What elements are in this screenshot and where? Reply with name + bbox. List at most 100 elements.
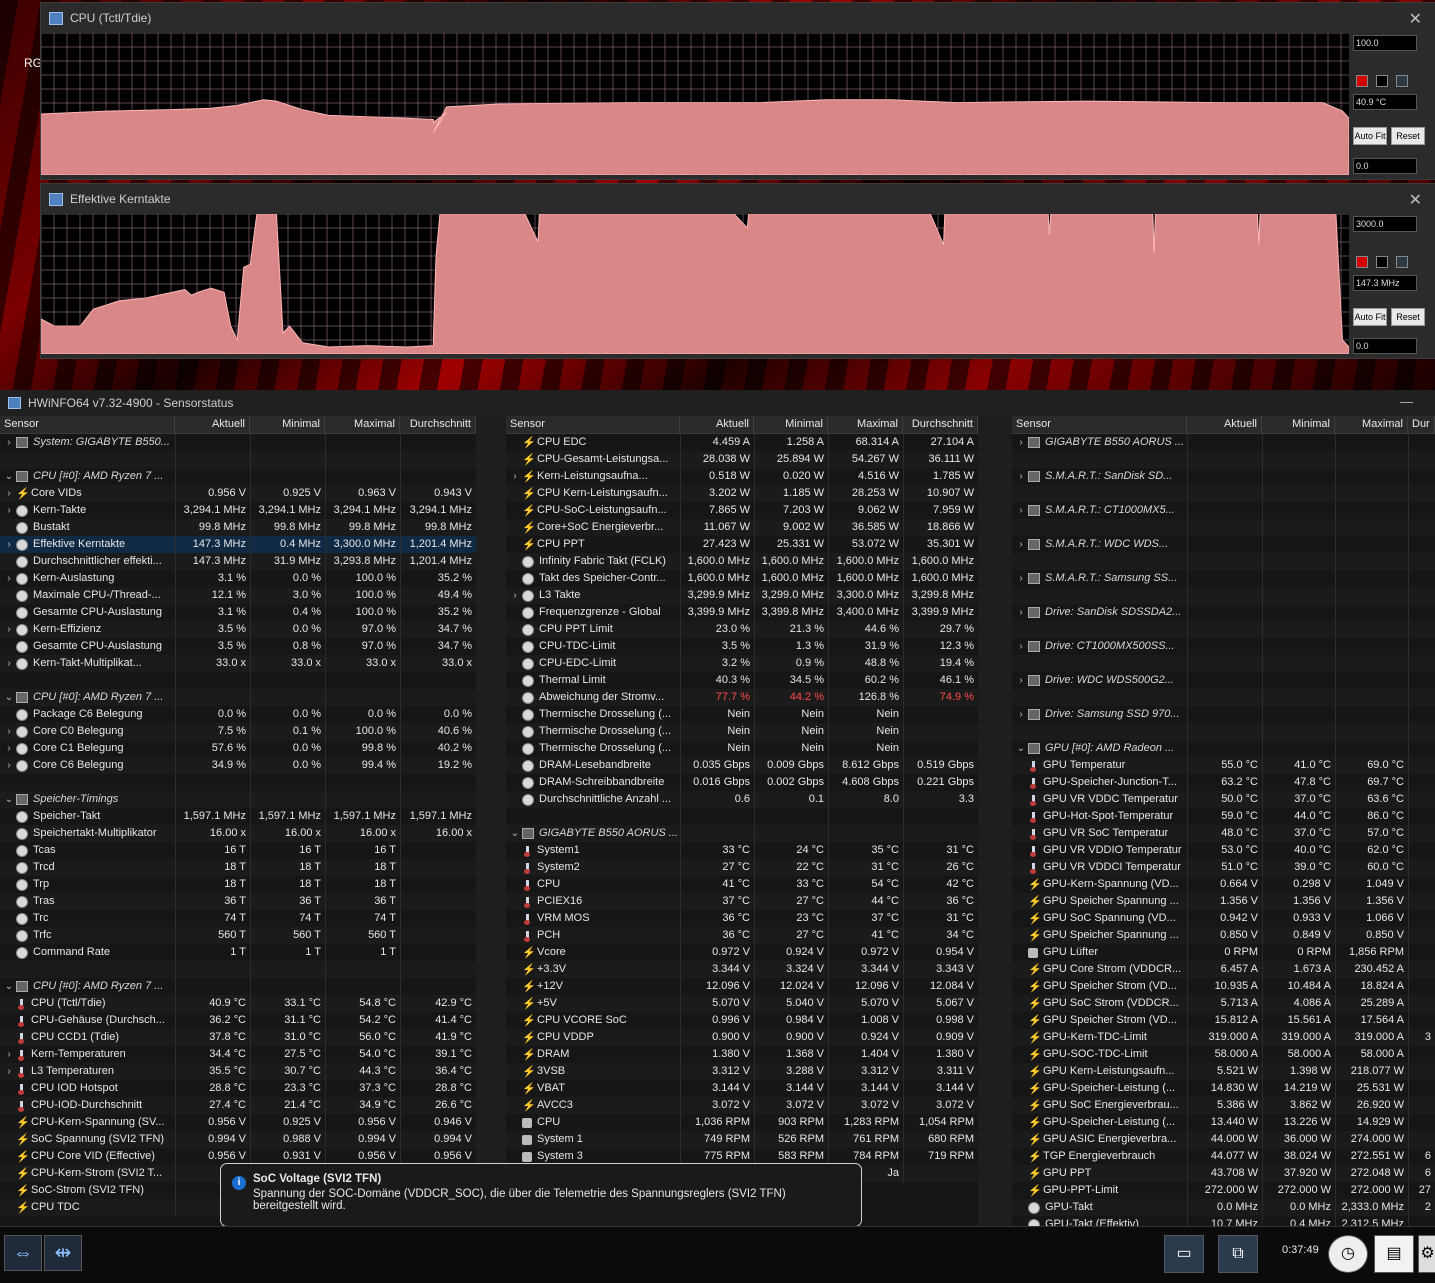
sensor-row[interactable]: GPU-Speicher-Junction-T... 63.2 °C 47.8 °C… xyxy=(1012,774,1435,791)
navigate-arrows-icon[interactable]: ⇔ xyxy=(4,1235,42,1271)
sensor-row[interactable]: Takt des Speicher-Contr... 1,600.0 MHz 1,6… xyxy=(506,570,978,587)
col-min[interactable]: Minimal xyxy=(754,416,828,433)
sensor-row[interactable]: GPU-Hot-Spot-Temperatur 59.0 °C 44.0 °C 86.… xyxy=(1012,808,1435,825)
sensor-panel-1[interactable]: Sensor Aktuell Minimal Maximal Durchschn… xyxy=(0,416,476,1226)
sensor-row[interactable]: GPU VR SoC Temperatur 48.0 °C 37.0 °C 57.0 … xyxy=(1012,825,1435,842)
sensor-row[interactable]: PCIEX16 37 °C 27 °C 44 °C 36 °C xyxy=(506,893,978,910)
chevron-right-icon[interactable]: › xyxy=(1016,706,1026,723)
close-icon[interactable]: ✕ xyxy=(1409,190,1422,210)
sensor-group-row[interactable]: › Drive: Samsung SSD 970... xyxy=(1012,706,1435,723)
sensor-group-row[interactable]: › GIGABYTE B550 AORUS ... xyxy=(1012,434,1435,451)
sensor-row[interactable]: › Kern-Auslastung 3.1 % 0.0 % 100.0 % 35.2 % xyxy=(0,570,476,587)
sensor-row[interactable]: CPU 41 °C 33 °C 54 °C 42 °C xyxy=(506,876,978,893)
sensor-row[interactable]: Durchschnittlicher effekti... 147.3 MHz 31… xyxy=(0,553,476,570)
sensor-row[interactable]: CPU-EDC-Limit 3.2 % 0.9 % 48.8 % 19.4 % xyxy=(506,655,978,672)
col-min[interactable]: Minimal xyxy=(1262,416,1335,433)
sensor-row[interactable]: Speicher-Takt 1,597.1 MHz 1,597.1 MHz 1,597… xyxy=(0,808,476,825)
sensor-row[interactable]: CPU 1,036 RPM 903 RPM 1,283 RPM 1,054 RPM xyxy=(506,1114,978,1131)
sensor-row[interactable]: GPU VR VDDCI Temperatur 51.0 °C 39.0 °C 60.… xyxy=(1012,859,1435,876)
sensor-row[interactable]: ⚡ GPU SoC Strom (VDDCR... 5.713 A 4.086 A 25… xyxy=(1012,995,1435,1012)
sensor-row[interactable]: ⚡ GPU Speicher Strom (VD... 15.812 A 15.561… xyxy=(1012,1012,1435,1029)
chevron-right-icon[interactable]: › xyxy=(4,723,14,740)
color-swatch-red[interactable] xyxy=(1356,256,1368,268)
sensor-group-row[interactable]: ⌄ GIGABYTE B550 AORUS ... xyxy=(506,825,978,842)
col-avg[interactable]: Durchschnitt xyxy=(400,416,476,433)
col-sensor[interactable]: Sensor xyxy=(506,416,680,433)
sensor-row[interactable]: Gesamte CPU-Auslastung 3.1 % 0.4 % 100.0 % 3… xyxy=(0,604,476,621)
sensor-group-row[interactable]: › Drive: SanDisk SDSSDA2... xyxy=(1012,604,1435,621)
color-swatch-black[interactable] xyxy=(1376,256,1388,268)
col-avg[interactable]: Dur xyxy=(1408,416,1435,433)
sensor-row[interactable]: › Kern-Effizienz 3.5 % 0.0 % 97.0 % 34.7 % xyxy=(0,621,476,638)
col-max[interactable]: Maximal xyxy=(325,416,400,433)
sensor-panel-3[interactable]: Sensor Aktuell Minimal Maximal Dur › GIGA… xyxy=(1012,416,1435,1226)
chevron-right-icon[interactable]: › xyxy=(4,740,14,757)
sensor-group-row[interactable]: › Drive: WDC WDS500G2... xyxy=(1012,672,1435,689)
network-icon[interactable]: ⧉ xyxy=(1218,1235,1258,1273)
sensor-row[interactable]: › Kern-Takt-Multiplikat... 33.0 x 33.0 x 33.… xyxy=(0,655,476,672)
clock-icon[interactable]: ◷ xyxy=(1328,1235,1368,1273)
chevron-down-icon[interactable]: ⌄ xyxy=(1016,740,1026,757)
col-max[interactable]: Maximal xyxy=(828,416,903,433)
chevron-down-icon[interactable]: ⌄ xyxy=(4,791,14,808)
sensor-row[interactable]: System1 33 °C 24 °C 35 °C 31 °C xyxy=(506,842,978,859)
sensor-row[interactable]: Speichertakt-Multiplikator 16.00 x 16.00 x… xyxy=(0,825,476,842)
sensor-group-row[interactable]: › S.M.A.R.T.: SanDisk SD... xyxy=(1012,468,1435,485)
sensor-group-row[interactable]: ⌄ GPU [#0]: AMD Radeon ... xyxy=(1012,740,1435,757)
sensor-row[interactable]: › Core C1 Belegung 57.6 % 0.0 % 99.8 % 40.2 % xyxy=(0,740,476,757)
sensor-row[interactable]: ⚡ GPU-PPT-Limit 272.000 W 272.000 W 272.000 … xyxy=(1012,1182,1435,1199)
sensor-row[interactable]: CPU-IOD-Durchschnitt 27.4 °C 21.4 °C 34.9 °… xyxy=(0,1097,476,1114)
sensor-row[interactable]: Thermal Limit 40.3 % 34.5 % 60.2 % 46.1 % xyxy=(506,672,978,689)
sensor-row[interactable]: ⚡ CPU EDC 4.459 A 1.258 A 68.314 A 27.104 A xyxy=(506,434,978,451)
column-header[interactable]: Sensor Aktuell Minimal Maximal Durchschn… xyxy=(0,416,476,434)
sensor-row[interactable]: CPU-TDC-Limit 3.5 % 1.3 % 31.9 % 12.3 % xyxy=(506,638,978,655)
color-swatch-gray[interactable] xyxy=(1396,256,1408,268)
sensor-row[interactable]: ⚡ GPU-Speicher-Leistung (... 14.830 W 14.21… xyxy=(1012,1080,1435,1097)
report-icon[interactable]: ▤ xyxy=(1374,1235,1414,1273)
sensor-row[interactable]: VRM MOS 36 °C 23 °C 37 °C 31 °C xyxy=(506,910,978,927)
sensor-row[interactable]: Bustakt 99.8 MHz 99.8 MHz 99.8 MHz 99.8 MHz xyxy=(0,519,476,536)
sensor-row[interactable]: CPU PPT Limit 23.0 % 21.3 % 44.6 % 29.7 % xyxy=(506,621,978,638)
sensor-row[interactable]: ⚡ GPU ASIC Energieverbra... 44.000 W 36.000… xyxy=(1012,1131,1435,1148)
sensor-row[interactable]: ⚡ GPU-Kern-TDC-Limit 319.000 A 319.000 A 319… xyxy=(1012,1029,1435,1046)
color-swatch-black[interactable] xyxy=(1376,75,1388,87)
sensor-row[interactable]: DRAM-Schreibbandbreite 0.016 Gbps 0.002 Gb… xyxy=(506,774,978,791)
sensor-row[interactable]: ⚡ DRAM 1.380 V 1.368 V 1.404 V 1.380 V xyxy=(506,1046,978,1063)
chevron-right-icon[interactable]: › xyxy=(4,1046,14,1063)
sensor-row[interactable]: ⚡ VBAT 3.144 V 3.144 V 3.144 V 3.144 V xyxy=(506,1080,978,1097)
sensor-row[interactable]: › Core C6 Belegung 34.9 % 0.0 % 99.4 % 19.2 % xyxy=(0,757,476,774)
chevron-right-icon[interactable]: › xyxy=(4,621,14,638)
col-current[interactable]: Aktuell xyxy=(175,416,250,433)
sensor-row[interactable]: ⚡ CPU Kern-Leistungsaufn... 3.202 W 1.185 W… xyxy=(506,485,978,502)
sensor-row[interactable]: › ⚡ Core VIDs 0.956 V 0.925 V 0.963 V 0.943 V xyxy=(0,485,476,502)
close-icon[interactable]: ✕ xyxy=(1409,9,1422,29)
sensor-row[interactable]: GPU Lüfter 0 RPM 0 RPM 1,856 RPM xyxy=(1012,944,1435,961)
chevron-right-icon[interactable]: › xyxy=(4,757,14,774)
graph-title-bar[interactable]: CPU (Tctl/Tdie) xyxy=(41,3,1435,33)
reset-button[interactable]: Reset xyxy=(1391,127,1425,145)
sensor-row[interactable]: ⚡ GPU-Speicher-Leistung (... 13.440 W 13.22… xyxy=(1012,1114,1435,1131)
sensor-row[interactable]: ⚡ TGP Energieverbrauch 44.077 W 38.024 W 272… xyxy=(1012,1148,1435,1165)
column-header[interactable]: Sensor Aktuell Minimal Maximal Durchschn… xyxy=(506,416,978,434)
sensor-row[interactable]: ⚡ CPU VDDP 0.900 V 0.900 V 0.924 V 0.909 V xyxy=(506,1029,978,1046)
chevron-down-icon[interactable]: ⌄ xyxy=(510,825,520,842)
sensor-row[interactable]: CPU CCD1 (Tdie) 37.8 °C 31.0 °C 56.0 °C 41.9… xyxy=(0,1029,476,1046)
sensor-status-window[interactable]: HWiNFO64 v7.32-4900 - Sensorstatus — Sen… xyxy=(0,390,1435,1226)
sensor-row[interactable]: ⚡ GPU SoC Energieverbrau... 5.386 W 3.862 W… xyxy=(1012,1097,1435,1114)
sensor-row[interactable]: ⚡ 3VSB 3.312 V 3.288 V 3.312 V 3.311 V xyxy=(506,1063,978,1080)
col-max[interactable]: Maximal xyxy=(1335,416,1408,433)
sensor-row[interactable]: System 1 749 RPM 526 RPM 761 RPM 680 RPM xyxy=(506,1131,978,1148)
sensor-row[interactable]: Package C6 Belegung 0.0 % 0.0 % 0.0 % 0.0 % xyxy=(0,706,476,723)
sensor-row[interactable]: Trcd 18 T 18 T 18 T xyxy=(0,859,476,876)
sensor-row[interactable]: Trfc 560 T 560 T 560 T xyxy=(0,927,476,944)
sensor-group-row[interactable]: › Drive: CT1000MX500SS... xyxy=(1012,638,1435,655)
chevron-right-icon[interactable]: › xyxy=(4,434,14,451)
auto-fit-button[interactable]: Auto Fit xyxy=(1353,308,1387,326)
sensor-row[interactable]: GPU-Takt (Effektiv) 10.7 MHz 0.4 MHz 2,312.… xyxy=(1012,1216,1435,1226)
sensor-row[interactable]: Trc 74 T 74 T 74 T xyxy=(0,910,476,927)
sensor-row[interactable]: ⚡ GPU Speicher Strom (VD... 10.935 A 10.484… xyxy=(1012,978,1435,995)
chevron-right-icon[interactable]: › xyxy=(510,468,520,485)
sensor-row[interactable]: Maximale CPU-/Thread-... 12.1 % 3.0 % 100.0… xyxy=(0,587,476,604)
sensor-row[interactable]: PCH 36 °C 27 °C 41 °C 34 °C xyxy=(506,927,978,944)
sensor-row[interactable]: DRAM-Lesebandbreite 0.035 Gbps 0.009 Gbps 8… xyxy=(506,757,978,774)
